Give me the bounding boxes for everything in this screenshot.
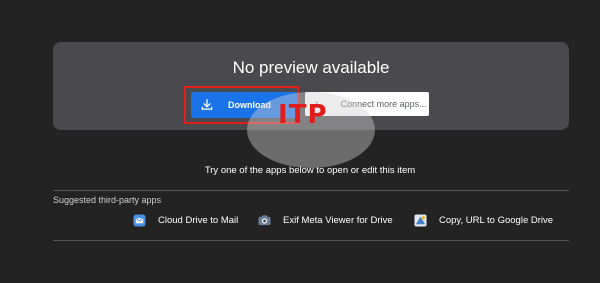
cloud-mail-icon <box>133 214 146 227</box>
open-with-hint: Try one of the apps below to open or edi… <box>204 165 416 176</box>
watermark-letter: T <box>288 100 307 130</box>
watermark-letter: I <box>278 100 288 130</box>
app-label: Exif Meta Viewer for Drive <box>283 215 393 226</box>
download-icon <box>201 99 213 110</box>
watermark-letter: P <box>307 100 326 130</box>
app-label: Cloud Drive to Mail <box>158 215 239 226</box>
camera-icon <box>258 214 271 227</box>
app-label: Copy, URL to Google Drive <box>439 215 554 226</box>
suggested-apps-title: Suggested third-party apps <box>53 195 162 205</box>
app-cloud-drive-to-mail[interactable]: Cloud Drive to Mail <box>133 214 238 227</box>
watermark-letters: I T P <box>278 100 327 130</box>
divider-bottom <box>53 240 569 241</box>
no-preview-title: No preview available <box>232 58 390 77</box>
app-copy-url-to-google-drive[interactable]: Copy, URL to Google Drive <box>414 214 553 227</box>
app-exif-meta-viewer[interactable]: Exif Meta Viewer for Drive <box>258 214 393 227</box>
copy-url-icon <box>414 214 427 227</box>
divider-top <box>53 190 569 191</box>
